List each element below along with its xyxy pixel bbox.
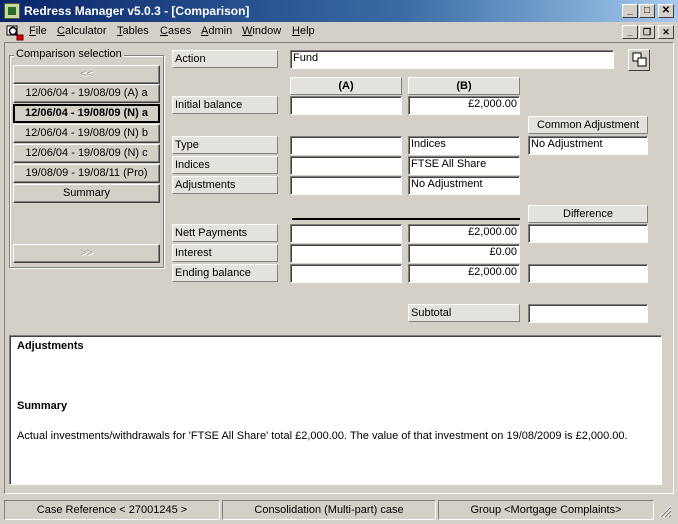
status-case-reference: Case Reference < 27001245 > bbox=[4, 500, 220, 520]
menu-file[interactable]: File bbox=[29, 25, 47, 37]
type-b-field[interactable]: Indices bbox=[408, 136, 520, 155]
minimize-button[interactable]: _ bbox=[622, 4, 638, 18]
separator-rule bbox=[292, 218, 520, 220]
ending-balance-a-field[interactable] bbox=[290, 264, 402, 283]
interest-a-field[interactable] bbox=[290, 244, 402, 263]
mdi-restore-button[interactable]: ❐ bbox=[639, 25, 655, 39]
menu-bar: File Calculator Tables Cases Admin Windo… bbox=[0, 22, 678, 42]
menu-calculator[interactable]: Calculator bbox=[57, 25, 107, 37]
close-button[interactable]: ✕ bbox=[658, 4, 674, 18]
difference-label: Difference bbox=[528, 205, 648, 223]
summary-button[interactable]: Summary bbox=[13, 184, 160, 203]
summary-heading: Summary bbox=[17, 400, 68, 412]
nett-payments-label: Nett Payments bbox=[172, 224, 278, 242]
interest-label: Interest bbox=[172, 244, 278, 262]
next-button[interactable]: >> bbox=[13, 244, 160, 263]
nett-payments-b-field[interactable]: £2,000.00 bbox=[408, 224, 520, 243]
column-a-header: (A) bbox=[290, 77, 402, 95]
interest-b-field[interactable]: £0.00 bbox=[408, 244, 520, 263]
action-field[interactable]: Fund bbox=[290, 50, 614, 69]
mdi-close-button[interactable]: ✕ bbox=[658, 25, 674, 39]
indices-a-field[interactable] bbox=[290, 156, 402, 175]
comparison-item-2[interactable]: 12/06/04 - 19/08/09 (N) a bbox=[13, 104, 160, 123]
comparison-selection-legend: Comparison selection bbox=[14, 48, 124, 60]
title-bar[interactable]: Redress Manager v5.0.3 - [Comparison] _ … bbox=[0, 0, 678, 22]
adjustments-a-field[interactable] bbox=[290, 176, 402, 195]
subtotal-label: Subtotal bbox=[408, 304, 520, 322]
initial-balance-b-field[interactable]: £2,000.00 bbox=[408, 96, 520, 115]
ending-balance-label: Ending balance bbox=[172, 264, 278, 282]
initial-balance-a-field[interactable] bbox=[290, 96, 402, 115]
comparison-item-4[interactable]: 12/06/04 - 19/08/09 (N) c bbox=[13, 144, 160, 163]
menu-tables[interactable]: Tables bbox=[117, 25, 149, 37]
menu-help[interactable]: Help bbox=[292, 25, 315, 37]
copy-icon bbox=[632, 52, 647, 67]
nett-payments-a-field[interactable] bbox=[290, 224, 402, 243]
subtotal-field[interactable] bbox=[528, 304, 648, 323]
mdi-document-icon[interactable] bbox=[6, 25, 24, 41]
window-title: Redress Manager v5.0.3 - [Comparison] bbox=[24, 4, 250, 18]
common-adjustment-field[interactable]: No Adjustment bbox=[528, 136, 648, 155]
resize-grip-icon[interactable] bbox=[658, 504, 672, 518]
comparison-item-1[interactable]: 12/06/04 - 19/08/09 (A) a bbox=[13, 84, 160, 103]
summary-text: Actual investments/withdrawals for 'FTSE… bbox=[17, 430, 628, 442]
menu-admin[interactable]: Admin bbox=[201, 25, 232, 37]
menu-window[interactable]: Window bbox=[242, 25, 281, 37]
type-label: Type bbox=[172, 136, 278, 154]
indices-label: Indices bbox=[172, 156, 278, 174]
comparison-item-3[interactable]: 12/06/04 - 19/08/09 (N) b bbox=[13, 124, 160, 143]
mdi-minimize-button[interactable]: _ bbox=[622, 25, 638, 39]
initial-balance-label: Initial balance bbox=[172, 96, 278, 114]
ending-balance-b-field[interactable]: £2,000.00 bbox=[408, 264, 520, 283]
column-b-header: (B) bbox=[408, 77, 520, 95]
common-adjustment-label: Common Adjustment bbox=[528, 116, 648, 134]
details-panel[interactable]: Adjustments Summary Actual investments/w… bbox=[9, 335, 662, 485]
adjustments-label: Adjustments bbox=[172, 176, 278, 194]
status-group: Group <Mortgage Complaints> bbox=[438, 500, 654, 520]
previous-button[interactable]: << bbox=[13, 65, 160, 84]
action-label: Action bbox=[172, 50, 278, 68]
indices-b-field[interactable]: FTSE All Share bbox=[408, 156, 520, 175]
type-a-field[interactable] bbox=[290, 136, 402, 155]
ending-balance-difference-field[interactable] bbox=[528, 264, 648, 283]
comparison-item-5[interactable]: 19/08/09 - 19/08/11 (Pro) bbox=[13, 164, 160, 183]
adjustments-b-field[interactable]: No Adjustment bbox=[408, 176, 520, 195]
nett-payments-difference-field[interactable] bbox=[528, 224, 648, 243]
menu-cases[interactable]: Cases bbox=[160, 25, 191, 37]
status-consolidation: Consolidation (Multi-part) case bbox=[222, 500, 436, 520]
maximize-button[interactable]: □ bbox=[639, 4, 655, 18]
app-icon[interactable] bbox=[4, 3, 20, 19]
copy-button[interactable] bbox=[628, 49, 650, 71]
adjustments-heading: Adjustments bbox=[17, 340, 84, 352]
